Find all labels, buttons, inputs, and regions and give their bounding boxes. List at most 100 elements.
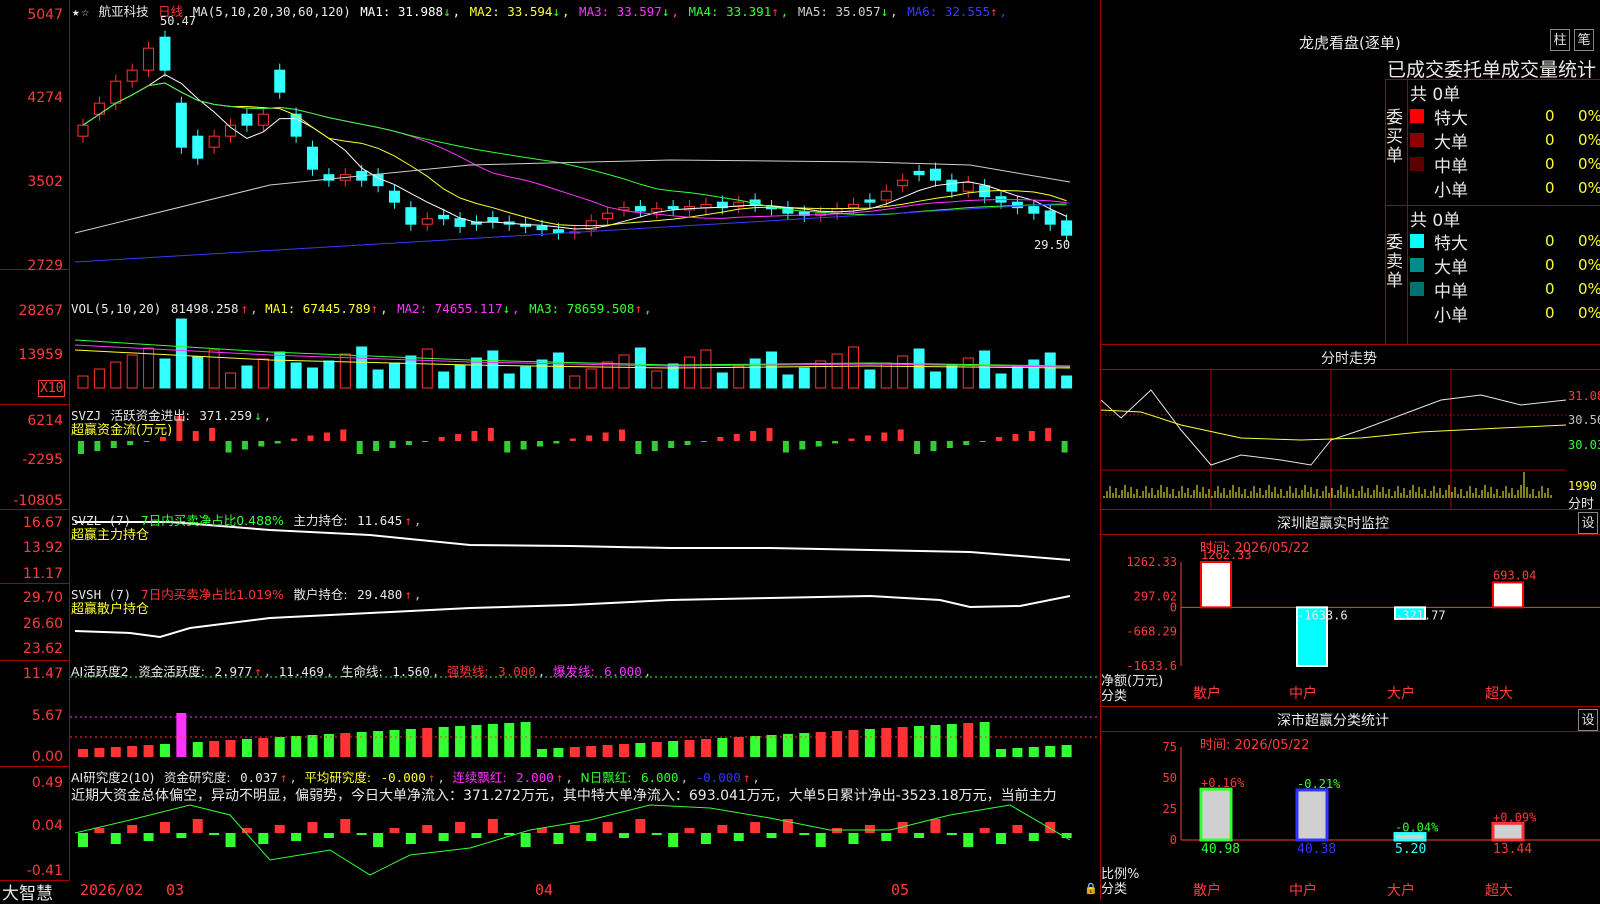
volume-bar <box>520 366 532 389</box>
ai1-bar <box>438 727 449 757</box>
classify-bar-rect <box>1199 787 1233 842</box>
ai2-bar <box>1012 825 1023 833</box>
candle-body <box>487 217 499 223</box>
svzj-bar <box>684 441 691 445</box>
lhb-sell-label: 特大 <box>1434 234 1468 254</box>
ai1-bar <box>471 725 482 757</box>
lock-icon[interactable]: 🔒 <box>1084 882 1098 895</box>
ai1-axis-tick: 11.47 <box>22 666 63 682</box>
intraday-panel[interactable]: 分时走势 31.08 30.56 30.03 1990 分时 <box>1100 345 1600 512</box>
svzj-bar <box>946 441 953 448</box>
lhb-buy-row: 小单 0 0% <box>1410 176 1600 201</box>
ai2-bar <box>700 833 711 844</box>
ai1-title: AI活跃度2 <box>71 664 129 679</box>
lhb-sell-swatch <box>1410 282 1424 296</box>
svzj-bar <box>864 435 871 441</box>
svzj-bar <box>651 441 658 451</box>
favorite-star-icon[interactable]: ★ <box>72 4 80 19</box>
candle-body <box>1044 210 1056 225</box>
candle-body <box>208 135 220 148</box>
volume-bar <box>290 362 302 389</box>
ai2-value: 0.037 <box>240 770 278 785</box>
ai2-bar <box>78 833 88 847</box>
lhb-sell-count: 0 <box>1545 280 1555 298</box>
svzj-bar <box>127 441 134 445</box>
candle-body <box>257 113 269 126</box>
price-axis-tick: 4274 <box>27 90 63 106</box>
svzj-bar <box>963 441 970 445</box>
intraday-vol-tick: 1990 <box>1568 479 1597 493</box>
ai2-label3: 连续飘红: <box>452 770 507 785</box>
ai2-axis-tick: 0.04 <box>31 818 63 834</box>
ai1-bar <box>848 730 859 757</box>
classify-chart[interactable]: 75 50 25 0 +0.16% 40.98 散户 -0.21% 40.38 中户 -0.04% 5… <box>1101 707 1600 900</box>
price-axis-tick: 3502 <box>27 174 63 190</box>
ai2-bar <box>848 833 859 844</box>
svzj-bar <box>389 441 396 448</box>
lhb-tick-button[interactable]: 笔 <box>1574 29 1594 51</box>
monitor-value-label: -321.77 <box>1395 608 1446 622</box>
ai2-bars <box>78 819 1072 847</box>
lhb-buy-pct: 0% <box>1578 131 1600 149</box>
ai2-bar <box>586 833 597 841</box>
candle-body <box>405 207 417 225</box>
svzj-bar <box>799 441 806 450</box>
classify-change-label: -0.21% <box>1297 777 1341 791</box>
candle-body <box>667 206 679 210</box>
volume-bar <box>569 375 581 389</box>
lhb-bar-button[interactable]: 柱 <box>1550 29 1570 51</box>
volume-bar <box>323 360 335 389</box>
svzj-bar <box>635 441 642 454</box>
monitor-category-label: 散户 <box>1193 685 1221 702</box>
ai2-bar <box>159 822 170 833</box>
ai2-bar <box>946 833 957 835</box>
ai1-bar <box>389 730 400 757</box>
lhb-sell-total: 共 0单 <box>1410 211 1461 231</box>
monitor-chart[interactable]: 1262.33297.020-668.29-1633.61262.33散户-16… <box>1101 510 1600 706</box>
lhb-buy-row: 大单 0 0% <box>1410 128 1600 153</box>
main-chart-area[interactable] <box>70 0 1098 900</box>
svzj-bar <box>438 437 445 441</box>
candle-body <box>913 170 925 176</box>
ai1-header: AI活跃度2 资金活跃度: 2.977 ↑, 11.469, 生命线: 1.560… <box>71 664 652 679</box>
svzj-bar <box>717 437 724 441</box>
monitor-value-label: -1633.6 <box>1297 608 1348 622</box>
lhb-buy-row: 特大 0 0% <box>1410 104 1600 129</box>
ai2-bar <box>143 833 154 841</box>
ai1-bar <box>258 738 269 757</box>
ma-value-4: MA4: 33.391↑, <box>688 4 796 19</box>
svzj-bar <box>914 441 921 454</box>
ma-line <box>82 73 1067 230</box>
favorite-star-icon-2[interactable]: ☆ <box>82 4 90 19</box>
lhb-buy-swatch <box>1410 181 1424 195</box>
candle-body <box>77 124 89 137</box>
vol-title: VOL(5,10,20) <box>71 301 162 316</box>
svzj-bar <box>930 441 937 451</box>
ai2-label4: N日飘红: <box>580 770 632 785</box>
monitor-ytick: -668.29 <box>1126 624 1177 638</box>
lhb-sell-rows: 特大 0 0% 大单 0 0% 中单 0 0% 小单 0 0% <box>1410 229 1600 329</box>
svzj-bar <box>143 441 150 442</box>
lhb-sell-row: 中单 0 0% <box>1410 277 1600 302</box>
lhb-sell-pct: 0% <box>1578 304 1600 322</box>
intraday-price-line <box>1101 389 1567 466</box>
intraday-chart[interactable] <box>1101 370 1600 509</box>
volume-bar <box>684 356 696 389</box>
brand-label: 大智慧 <box>2 884 53 904</box>
lhb-sell-label: 小单 <box>1434 306 1468 326</box>
svzj-value: 371.259 <box>199 408 253 423</box>
ai1-bar <box>94 748 105 757</box>
monitor-panel: 深圳超赢实时监控 设 时间: 2026/05/22 1262.33 297.02 0… <box>1100 510 1600 707</box>
ai2-label: 资金研究度: <box>163 770 231 785</box>
vol-value: 81498.258 <box>170 301 239 316</box>
classify-bar <box>1199 787 1233 842</box>
svzl-value: 11.645 <box>357 513 403 528</box>
lhb-sell-swatch <box>1410 234 1424 248</box>
classify-xlabel: 分类 <box>1101 882 1128 897</box>
ai1-bar <box>274 737 285 757</box>
ai1-bar <box>504 723 515 757</box>
monitor-xlabel: 分类 <box>1101 689 1128 704</box>
svzj-axis-tick: -2295 <box>22 452 63 468</box>
ai1-bar <box>78 749 88 757</box>
volume-bar <box>159 358 171 389</box>
